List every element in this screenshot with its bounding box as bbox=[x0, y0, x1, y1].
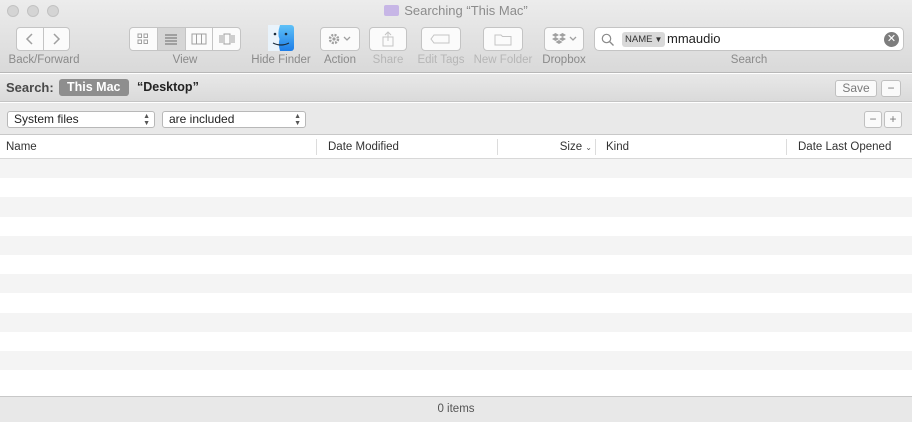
column-header-size-label: Size bbox=[559, 141, 583, 153]
name-search-token[interactable]: NAME ▼ bbox=[622, 32, 666, 47]
condition-value: are included bbox=[169, 112, 235, 126]
gear-icon bbox=[328, 33, 351, 45]
search-scope-label: Search: bbox=[6, 80, 54, 95]
action-label: Action bbox=[324, 54, 356, 66]
empty-row bbox=[0, 235, 912, 255]
empty-row bbox=[0, 217, 912, 236]
column-header-name[interactable]: Name bbox=[6, 136, 306, 158]
window-title: Searching “This Mac” bbox=[0, 3, 912, 18]
search-field[interactable]: NAME ▼ mmaudio ✕ bbox=[594, 27, 904, 51]
name-token-label: NAME bbox=[625, 34, 653, 45]
magnifier-icon bbox=[601, 33, 614, 46]
cover-flow-icon bbox=[219, 33, 235, 45]
window-toolbar: Searching “This Mac” Back/Forward View H… bbox=[0, 0, 912, 73]
share-label: Share bbox=[372, 54, 404, 66]
attribute-popup[interactable]: System files ▲ ▼ bbox=[7, 111, 155, 128]
search-query-text[interactable]: mmaudio bbox=[667, 31, 720, 46]
cover-flow-view-button[interactable] bbox=[213, 28, 240, 50]
empty-row bbox=[0, 178, 912, 197]
empty-row bbox=[0, 255, 912, 274]
column-divider[interactable] bbox=[786, 139, 787, 155]
add-criteria-button[interactable]: + bbox=[884, 111, 902, 128]
edit-tags-label: Edit Tags bbox=[417, 54, 465, 66]
status-bar: 0 items bbox=[0, 396, 912, 422]
hide-finder-label: Hide Finder bbox=[251, 54, 311, 66]
column-divider[interactable] bbox=[595, 139, 596, 155]
column-divider[interactable] bbox=[316, 139, 317, 155]
new-folder-label: New Folder bbox=[473, 54, 533, 66]
dropbox-icon bbox=[552, 33, 577, 44]
view-label: View bbox=[172, 54, 198, 66]
window-title-text: Searching “This Mac” bbox=[404, 3, 528, 18]
scope-this-mac-button[interactable]: This Mac bbox=[59, 79, 129, 96]
remove-scope-button[interactable]: − bbox=[881, 80, 901, 97]
column-header-row: Name Date Modified Size ⌄ Kind Date Last… bbox=[0, 136, 912, 159]
new-folder-button[interactable] bbox=[483, 27, 523, 51]
empty-row bbox=[0, 159, 912, 179]
finder-icon bbox=[268, 25, 294, 51]
column-view-icon bbox=[191, 33, 207, 45]
share-button[interactable] bbox=[369, 27, 407, 51]
icon-view-icon bbox=[137, 33, 149, 44]
smart-folder-icon bbox=[384, 5, 400, 16]
condition-popup[interactable]: are included ▲ ▼ bbox=[162, 111, 306, 128]
empty-row bbox=[0, 293, 912, 312]
column-divider[interactable] bbox=[497, 139, 498, 155]
back-button[interactable] bbox=[17, 28, 44, 50]
empty-row bbox=[0, 350, 912, 371]
item-count: 0 items bbox=[437, 403, 475, 415]
empty-row bbox=[0, 274, 912, 294]
up-down-arrows-icon: ▲ ▼ bbox=[294, 113, 301, 127]
results-list[interactable] bbox=[0, 159, 912, 372]
search-scope-bar: Search: This Mac “Desktop” Save − bbox=[0, 74, 912, 102]
edit-tags-button[interactable] bbox=[421, 27, 461, 51]
chevron-down-icon: ▼ bbox=[654, 35, 663, 44]
folder-icon bbox=[494, 34, 512, 45]
list-view-icon bbox=[165, 34, 178, 45]
empty-row bbox=[0, 197, 912, 217]
chevron-right-icon bbox=[53, 33, 61, 45]
column-header-kind[interactable]: Kind bbox=[606, 136, 776, 158]
clear-search-button[interactable]: ✕ bbox=[884, 32, 899, 47]
hide-finder-button[interactable] bbox=[267, 24, 295, 52]
dropbox-label: Dropbox bbox=[542, 54, 586, 66]
clear-x-icon: ✕ bbox=[886, 33, 897, 45]
remove-criteria-button[interactable]: − bbox=[864, 111, 882, 128]
back-forward-label: Back/Forward bbox=[8, 54, 80, 66]
column-header-size[interactable]: Size ⌄ bbox=[500, 136, 592, 158]
empty-row bbox=[0, 312, 912, 332]
up-down-arrows-icon: ▲ ▼ bbox=[143, 113, 150, 127]
attribute-value: System files bbox=[14, 112, 79, 126]
sort-descending-icon: ⌄ bbox=[585, 143, 592, 152]
dropbox-button[interactable] bbox=[544, 27, 584, 51]
chevron-left-icon bbox=[25, 33, 33, 45]
search-criteria-row: System files ▲ ▼ are included ▲ ▼ − + bbox=[0, 103, 912, 135]
back-forward-control bbox=[16, 27, 70, 51]
column-header-date-last-opened[interactable]: Date Last Opened bbox=[798, 136, 908, 158]
icon-view-button[interactable] bbox=[130, 28, 158, 50]
action-button[interactable] bbox=[320, 27, 360, 51]
share-icon bbox=[382, 31, 394, 47]
search-label: Search bbox=[730, 54, 768, 66]
tag-icon bbox=[430, 34, 450, 44]
column-header-date-modified[interactable]: Date Modified bbox=[328, 136, 488, 158]
scope-desktop-button[interactable]: “Desktop” bbox=[137, 80, 199, 94]
column-view-button[interactable] bbox=[186, 28, 214, 50]
empty-row bbox=[0, 332, 912, 351]
list-view-button[interactable] bbox=[157, 28, 186, 50]
save-search-button[interactable]: Save bbox=[835, 80, 877, 97]
forward-button[interactable] bbox=[44, 28, 70, 50]
view-control bbox=[129, 27, 241, 51]
